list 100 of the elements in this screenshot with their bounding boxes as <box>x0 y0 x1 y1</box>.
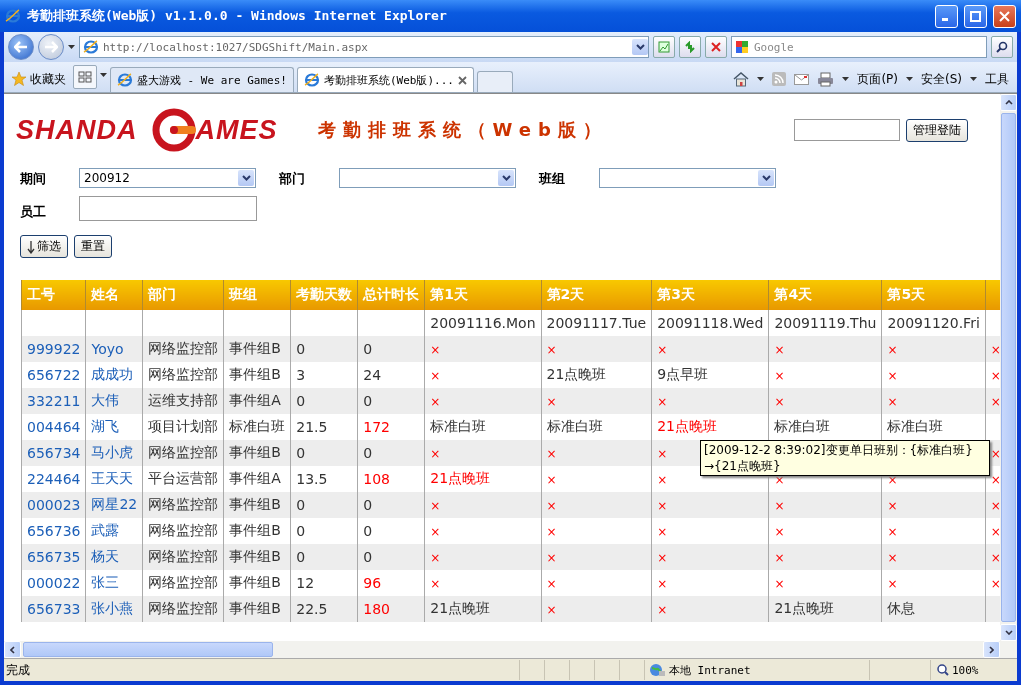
toolbar-menu[interactable]: 工具 <box>985 70 1009 88</box>
shift-text: 标准白班 <box>430 418 487 434</box>
scrollbar-thumb[interactable] <box>1001 113 1016 622</box>
absent-mark: × <box>990 577 1000 591</box>
absent-mark: × <box>990 525 1000 539</box>
search-button[interactable] <box>991 36 1013 58</box>
absent-mark: × <box>430 343 441 357</box>
dropdown-field[interactable]: 200912 <box>79 168 256 188</box>
caret-icon[interactable] <box>68 45 75 49</box>
absent-mark: × <box>887 551 898 565</box>
hours-text: 0 <box>363 497 373 513</box>
absent-mark: × <box>546 343 557 357</box>
maximize-button[interactable] <box>964 4 987 28</box>
scroll-right-button[interactable] <box>983 641 1000 658</box>
absent-mark: × <box>546 577 557 591</box>
group-text: 事件组B <box>229 366 281 382</box>
admin-login-button[interactable]: 管理登陆 <box>906 118 968 142</box>
caret-icon[interactable] <box>100 73 107 77</box>
browser-icon <box>5 8 21 24</box>
address-field[interactable]: http://localhost:1027/SDGShift/Main.aspx <box>79 36 649 58</box>
absent-mark: × <box>887 525 898 539</box>
caret-icon[interactable] <box>970 77 977 81</box>
days-text: 22.5 <box>296 601 328 617</box>
absent-mark: × <box>887 343 898 357</box>
column-header: 姓名 <box>91 286 120 302</box>
absent-mark: × <box>774 577 785 591</box>
column-header: 部门 <box>148 286 177 302</box>
printer-icon[interactable] <box>817 71 835 87</box>
absent-mark: × <box>990 551 1000 565</box>
scroll-up-button[interactable] <box>1000 94 1017 111</box>
browser-tab[interactable]: 盛大游戏 - We are Games! <box>110 67 294 92</box>
employee-name-link[interactable]: 张三 <box>91 574 120 590</box>
back-button[interactable] <box>8 34 34 60</box>
stop-icon <box>711 42 721 52</box>
page-title: 考勤排班系统（Web版） <box>317 118 608 142</box>
filter-label: 部门 <box>279 170 306 188</box>
group-text: 事件组B <box>229 574 281 590</box>
password-field[interactable] <box>794 119 900 141</box>
hours-text: 0 <box>363 523 373 539</box>
department-text: 运维支持部 <box>148 392 219 408</box>
absent-mark: × <box>546 603 557 617</box>
scroll-down-button[interactable] <box>1000 624 1017 641</box>
stop-button[interactable] <box>705 36 727 58</box>
absent-mark: × <box>430 499 441 513</box>
employee-name-link[interactable]: 成成功 <box>91 366 134 382</box>
group-text: 事件组B <box>229 496 281 512</box>
quick-tabs-button[interactable] <box>73 65 97 89</box>
mail-icon[interactable] <box>794 73 810 85</box>
search-field[interactable]: Google <box>731 36 987 58</box>
employee-id-link[interactable]: 004464 <box>27 419 81 435</box>
toolbar-menu[interactable]: 安全(S) <box>921 70 962 88</box>
department-text: 网络监控部 <box>148 366 219 382</box>
browser-tab[interactable]: 考勤排班系统(Web版)... <box>296 67 474 92</box>
minimize-button[interactable] <box>935 4 958 28</box>
employee-id-link[interactable]: 000022 <box>27 575 81 591</box>
employee-name-link[interactable]: 武露 <box>91 522 120 538</box>
reset-button[interactable]: 重置 <box>74 235 112 258</box>
refresh-button[interactable] <box>679 36 701 58</box>
absent-mark: × <box>887 395 898 409</box>
favorites-button[interactable]: 收藏夹 <box>8 66 70 92</box>
hours-text: 24 <box>363 367 382 383</box>
toolbar-menu[interactable]: 页面(P) <box>857 70 898 88</box>
forward-arrow-icon <box>44 41 58 53</box>
caret-icon[interactable] <box>842 77 850 81</box>
employee-name-link[interactable]: 王天天 <box>91 470 134 486</box>
home-icon[interactable] <box>733 71 750 87</box>
scroll-left-button[interactable] <box>4 641 21 658</box>
days-text: 21.5 <box>296 419 328 435</box>
close-button[interactable] <box>993 4 1016 28</box>
filter-button[interactable]: 筛选 <box>20 235 68 258</box>
shift-text: 标准白班 <box>774 418 831 434</box>
column-header: 第4天 <box>774 286 813 302</box>
group-text: 事件组B <box>229 548 281 564</box>
caret-icon[interactable] <box>906 77 913 81</box>
scrollbar-thumb[interactable] <box>23 642 273 657</box>
employee-name-link[interactable]: 湖飞 <box>91 418 120 434</box>
logo-text: SHANDA <box>16 114 138 146</box>
employee-id-link[interactable]: 224464 <box>27 471 81 487</box>
department-text: 网络监控部 <box>148 548 219 564</box>
shift-text: 21点晚班 <box>657 418 717 434</box>
department-text: 平台运营部 <box>148 470 219 486</box>
caret-icon[interactable] <box>757 77 765 81</box>
group-text: 事件组B <box>229 522 281 538</box>
close-icon[interactable] <box>457 75 467 85</box>
days-text: 0 <box>296 445 306 461</box>
employee-id-link[interactable]: 656736 <box>27 523 81 539</box>
department-text: 网络监控部 <box>148 522 219 538</box>
absent-mark: × <box>430 551 441 565</box>
absent-mark: × <box>657 395 668 409</box>
column-header: 第5天 <box>887 286 926 302</box>
date-text: 20091120.Fri <box>887 315 980 331</box>
dropdown-field[interactable] <box>339 168 516 188</box>
shift-text: 21点晚班 <box>774 600 835 616</box>
picture-frame-icon <box>658 41 670 53</box>
date-text: 20091116.Mon <box>430 315 536 331</box>
zoom-control[interactable]: 100% <box>930 660 1017 680</box>
dropdown-field[interactable] <box>599 168 776 188</box>
input-field[interactable] <box>79 196 257 221</box>
compatibility-button[interactable] <box>653 36 675 58</box>
employee-id-link[interactable]: 656722 <box>27 367 81 383</box>
